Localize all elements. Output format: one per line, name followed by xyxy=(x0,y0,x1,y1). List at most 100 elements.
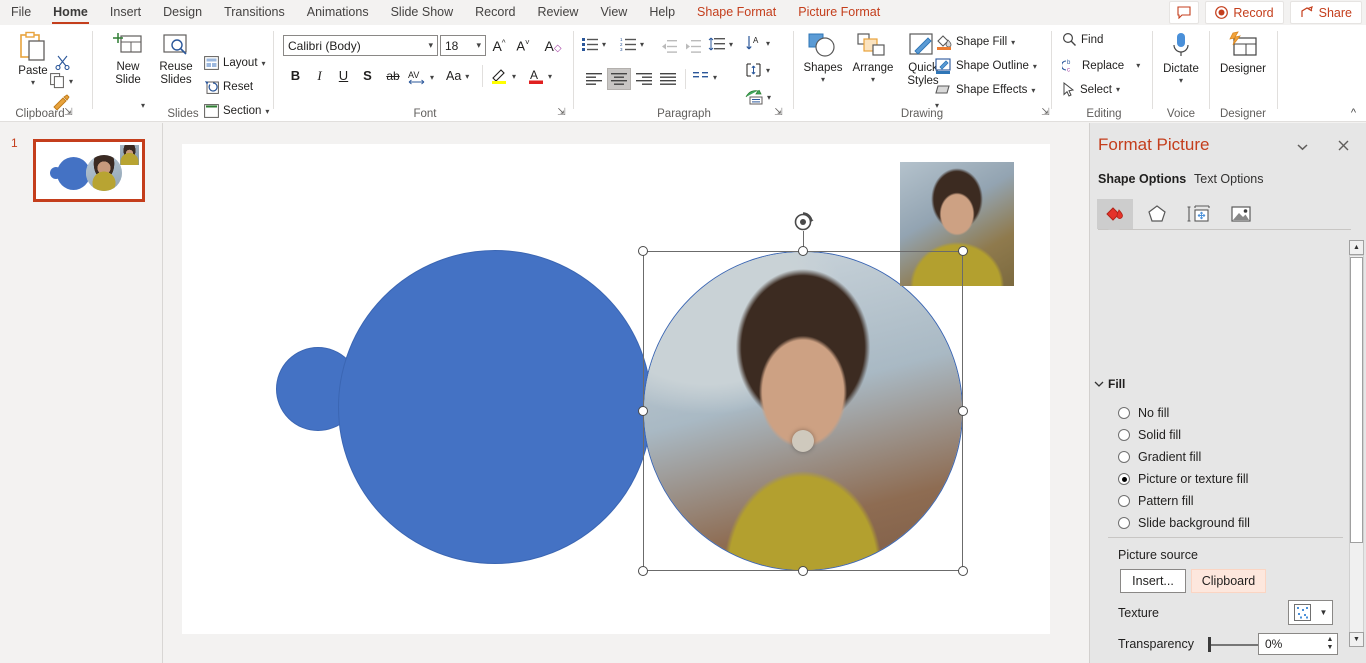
texture-picker-button[interactable]: ▼ xyxy=(1288,600,1333,625)
fill-section-header[interactable]: Fill xyxy=(1108,377,1125,391)
justify-button[interactable] xyxy=(657,69,679,89)
resize-handle-middle-left[interactable] xyxy=(638,406,648,416)
icon-tab-picture[interactable] xyxy=(1223,199,1259,229)
shape-fill-chevron-icon[interactable]: ▾ xyxy=(1011,38,1015,47)
transparency-spinner[interactable]: 0% ▲▼ xyxy=(1258,633,1338,655)
menu-tab-file[interactable]: File xyxy=(0,0,42,25)
reuse-slides-button[interactable]: Reuse Slides xyxy=(152,31,200,87)
increase-font-size-button[interactable]: A^ xyxy=(488,35,510,56)
decrease-font-size-button[interactable]: A˅ xyxy=(512,35,534,56)
clear-formatting-button[interactable]: A◇ xyxy=(542,35,564,56)
text-direction-button[interactable]: A ▾ xyxy=(745,35,770,51)
icon-tab-size-properties[interactable] xyxy=(1181,199,1217,229)
slide-thumbnail-1[interactable] xyxy=(33,139,145,202)
font-dialog-launcher[interactable]: ⇲ xyxy=(555,106,568,119)
radio-no-fill[interactable]: No fill xyxy=(1118,406,1169,420)
shape-fill-button[interactable]: Shape Fill ▾ xyxy=(935,34,1015,50)
pane-scroll-down-button[interactable]: ▼ xyxy=(1349,632,1364,647)
radio-gradient-fill[interactable]: Gradient fill xyxy=(1118,450,1201,464)
menu-tab-record[interactable]: Record xyxy=(464,0,526,25)
align-text-chevron-icon[interactable]: ▾ xyxy=(766,66,770,75)
character-spacing-chevron-icon[interactable]: ▾ xyxy=(430,73,434,82)
pane-scroll-up-button[interactable]: ▲ xyxy=(1349,240,1364,255)
change-case-button[interactable]: Aa ▾ xyxy=(446,69,469,83)
slide-surface[interactable] xyxy=(182,144,1050,634)
text-shadow-button[interactable]: S xyxy=(357,65,378,86)
font-color-button[interactable]: A ▾ xyxy=(528,67,552,85)
shape-outline-button[interactable]: Shape Outline ▾ xyxy=(935,58,1037,74)
copy-chevron-icon[interactable]: ▾ xyxy=(69,77,73,86)
layout-chevron-icon[interactable]: ▾ xyxy=(262,59,266,68)
columns-button[interactable]: ▾ xyxy=(693,71,717,83)
character-spacing-button[interactable]: AV ▾ xyxy=(408,69,434,85)
bullets-button[interactable]: ▾ xyxy=(582,37,606,51)
dictate-button[interactable]: Dictate ▾ xyxy=(1155,31,1207,85)
reset-button[interactable]: Reset xyxy=(204,80,253,94)
record-button[interactable]: Record xyxy=(1205,1,1283,24)
pane-scrollbar-thumb[interactable] xyxy=(1350,257,1363,543)
convert-smartart-chevron-icon[interactable]: ▾ xyxy=(767,93,771,102)
resize-handle-bottom-left[interactable] xyxy=(638,566,648,576)
font-name-combobox[interactable]: Calibri (Body) ▾ xyxy=(283,35,438,56)
bullets-chevron-icon[interactable]: ▾ xyxy=(602,40,606,49)
resize-handle-top-left[interactable] xyxy=(638,246,648,256)
menu-tab-picture-format[interactable]: Picture Format xyxy=(787,0,891,25)
dictate-chevron-icon[interactable]: ▾ xyxy=(1179,76,1183,85)
clipboard-dialog-launcher[interactable]: ⇲ xyxy=(62,106,75,119)
menu-tab-design[interactable]: Design xyxy=(152,0,213,25)
resize-handle-bottom-center[interactable] xyxy=(798,566,808,576)
columns-chevron-icon[interactable]: ▾ xyxy=(713,73,717,82)
strikethrough-button[interactable]: ab xyxy=(381,65,405,86)
caret-down-icon[interactable]: ▼ xyxy=(1320,608,1328,617)
rotate-handle-icon[interactable] xyxy=(787,211,819,233)
text-highlight-chevron-icon[interactable]: ▾ xyxy=(512,72,516,81)
menu-tab-shape-format[interactable]: Shape Format xyxy=(686,0,787,25)
layout-button[interactable]: Layout ▾ xyxy=(204,56,266,70)
select-button[interactable]: Select ▾ xyxy=(1062,82,1120,97)
comments-button[interactable] xyxy=(1169,1,1199,24)
paragraph-dialog-launcher[interactable]: ⇲ xyxy=(772,106,785,119)
shape-outline-chevron-icon[interactable]: ▾ xyxy=(1033,62,1037,71)
italic-button[interactable]: I xyxy=(309,65,330,86)
menu-tab-transitions[interactable]: Transitions xyxy=(213,0,296,25)
font-size-combobox[interactable]: 18 ▾ xyxy=(440,35,486,56)
menu-tab-home[interactable]: Home xyxy=(42,0,99,25)
resize-handle-bottom-right[interactable] xyxy=(958,566,968,576)
menu-tab-view[interactable]: View xyxy=(589,0,638,25)
menu-tab-help[interactable]: Help xyxy=(638,0,686,25)
convert-to-smartart-button[interactable]: ▾ xyxy=(745,89,771,105)
decrease-indent-button[interactable] xyxy=(658,36,680,56)
menu-tab-slide-show[interactable]: Slide Show xyxy=(380,0,465,25)
menu-tab-animations[interactable]: Animations xyxy=(296,0,380,25)
share-button[interactable]: Share xyxy=(1290,1,1362,24)
transparency-spinner-arrows[interactable]: ▲▼ xyxy=(1323,634,1337,654)
font-name-chevron-icon[interactable]: ▾ xyxy=(428,40,433,51)
paste-chevron-icon[interactable]: ▾ xyxy=(31,78,35,87)
change-case-chevron-icon[interactable]: ▾ xyxy=(465,72,469,81)
shapes-chevron-icon[interactable]: ▾ xyxy=(821,75,825,84)
align-text-button[interactable]: ▾ xyxy=(745,62,770,78)
cut-button[interactable] xyxy=(52,53,72,71)
numbering-chevron-icon[interactable]: ▾ xyxy=(640,40,644,49)
align-right-button[interactable] xyxy=(633,69,655,89)
clipboard-picture-button[interactable]: Clipboard xyxy=(1191,569,1266,593)
radio-solid-fill[interactable]: Solid fill xyxy=(1118,428,1181,442)
align-center-button[interactable] xyxy=(607,68,631,90)
large-blue-circle-shape[interactable] xyxy=(338,250,652,564)
insert-picture-button[interactable]: Insert... xyxy=(1120,569,1186,593)
line-spacing-button[interactable]: ▾ xyxy=(708,37,733,52)
pane-close-button[interactable] xyxy=(1333,137,1353,157)
radio-picture-or-texture-fill[interactable]: Picture or texture fill xyxy=(1118,472,1248,486)
menu-tab-insert[interactable]: Insert xyxy=(99,0,152,25)
menu-tab-review[interactable]: Review xyxy=(526,0,589,25)
font-color-chevron-icon[interactable]: ▾ xyxy=(548,72,552,81)
font-size-chevron-icon[interactable]: ▾ xyxy=(476,40,481,51)
shapes-button[interactable]: Shapes ▾ xyxy=(799,32,847,84)
arrange-chevron-icon[interactable]: ▾ xyxy=(871,75,875,84)
text-highlight-button[interactable]: ▾ xyxy=(490,67,516,85)
radio-slide-background-fill[interactable]: Slide background fill xyxy=(1118,516,1250,530)
text-direction-chevron-icon[interactable]: ▾ xyxy=(766,39,770,48)
tab-text-options[interactable]: Text Options xyxy=(1194,172,1263,186)
shape-effects-chevron-icon[interactable]: ▾ xyxy=(1031,86,1035,95)
arrange-button[interactable]: Arrange ▾ xyxy=(847,32,899,84)
